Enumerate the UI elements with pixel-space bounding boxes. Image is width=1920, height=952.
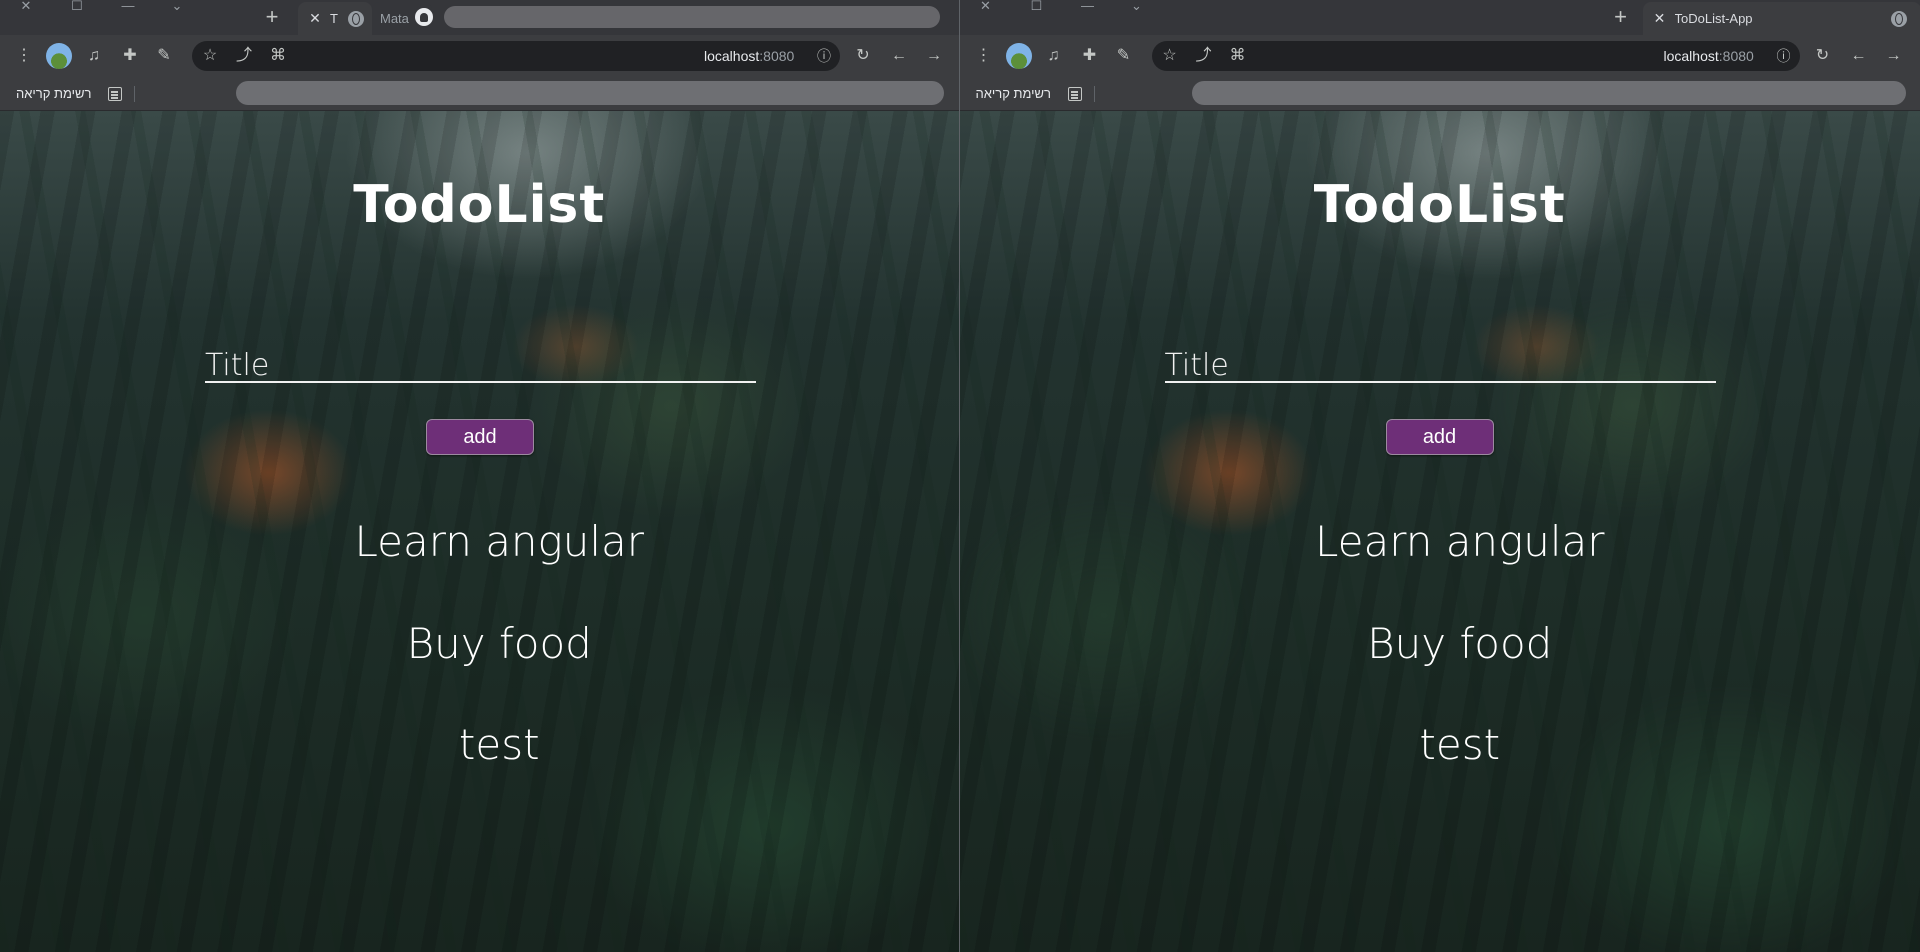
site-info-icon[interactable]: ⓘ: [1772, 44, 1796, 68]
bookmarks-separator: [134, 86, 135, 102]
forward-arrow-icon[interactable]: →: [922, 44, 946, 68]
tab-search-chevron-icon[interactable]: ⌄: [162, 0, 192, 13]
url-host: localhost: [704, 48, 760, 64]
reading-list-label[interactable]: רשימת קריאה: [16, 86, 91, 101]
back-arrow-icon[interactable]: ←: [1847, 44, 1871, 68]
tab-strip: ✕ ☐ — ⌄ + ✕ T Mata: [0, 0, 959, 35]
browser-window-right: ✕ ☐ — ⌄ + ✕ ToDoList-App ⋮ ♫ ✚ ✎ ☆ ⤴ ⌘ l…: [959, 0, 1920, 952]
profile-avatar[interactable]: [1005, 43, 1032, 69]
redacted-bookmarks: [236, 81, 944, 105]
tab-strip: ✕ ☐ — ⌄ + ✕ ToDoList-App: [959, 0, 1920, 35]
tab-title: Mata: [380, 11, 409, 26]
tab-title: T: [330, 11, 338, 26]
forward-arrow-icon[interactable]: →: [1882, 44, 1906, 68]
browser-toolbar: ⋮ ♫ ✚ ✎ ☆ ⤴ ⌘ localhost:8080 ⓘ ↻ ← →: [959, 35, 1920, 77]
close-tab-icon[interactable]: ✕: [1651, 10, 1669, 27]
tab-active[interactable]: ✕ T: [298, 2, 372, 35]
todo-item[interactable]: test: [960, 720, 1920, 769]
redacted-tabs: [444, 6, 940, 28]
url-port: :8080: [759, 48, 795, 64]
close-tab-icon[interactable]: ✕: [306, 10, 324, 27]
back-arrow-icon[interactable]: ←: [887, 44, 911, 68]
browser-toolbar: ⋮ ♫ ✚ ✎ ☆ ⤴ ⌘ localhost:8080 ⓘ ↻ ← →: [0, 35, 959, 77]
browser-window-left: ✕ ☐ — ⌄ + ✕ T Mata ⋮ ♫ ✚ ✎ ☆ ⤴ ⌘ localho…: [0, 0, 959, 952]
site-info-icon[interactable]: ⓘ: [812, 44, 836, 68]
url-port: :8080: [1718, 48, 1754, 64]
profile-avatar[interactable]: [46, 43, 72, 69]
maximize-window-icon[interactable]: ☐: [62, 0, 92, 13]
todo-item[interactable]: Buy food: [0, 619, 959, 668]
new-tab-plus-icon[interactable]: +: [259, 5, 285, 31]
pen-edit-icon[interactable]: ✎: [1112, 44, 1136, 68]
maximize-window-icon[interactable]: ☐: [1022, 0, 1052, 13]
todo-item[interactable]: test: [0, 720, 959, 769]
bookmark-star-icon[interactable]: ☆: [1158, 44, 1182, 68]
reading-list-icon[interactable]: [1067, 87, 1082, 101]
menu-kebab-icon[interactable]: ⋮: [12, 44, 36, 68]
globe-icon: [1890, 10, 1907, 27]
media-queue-icon[interactable]: ♫: [1042, 44, 1066, 68]
github-icon[interactable]: [415, 8, 433, 26]
reading-list-icon[interactable]: [108, 87, 122, 101]
add-button[interactable]: add: [426, 419, 534, 455]
reload-icon[interactable]: ↻: [1811, 44, 1835, 68]
title-input[interactable]: [1164, 349, 1716, 383]
desktop: ✕ ☐ — ⌄ + ✕ T Mata ⋮ ♫ ✚ ✎ ☆ ⤴ ⌘ localho…: [0, 0, 1920, 952]
new-tab-plus-icon[interactable]: +: [1608, 5, 1634, 31]
todo-app-page: TodoList add Learn angular Buy food test: [0, 111, 959, 952]
app-title: TodoList: [1313, 175, 1566, 235]
url-host: localhost: [1663, 48, 1719, 64]
bookmarks-bar: רשימת קריאה: [959, 77, 1920, 111]
minimize-window-icon[interactable]: —: [113, 0, 143, 13]
url-text[interactable]: localhost:8080: [704, 41, 794, 71]
title-input[interactable]: [205, 349, 756, 383]
menu-kebab-icon[interactable]: ⋮: [972, 44, 996, 68]
bookmark-star-icon[interactable]: ☆: [198, 44, 222, 68]
globe-icon: [347, 10, 364, 27]
close-window-icon[interactable]: ✕: [971, 0, 1001, 13]
url-text[interactable]: localhost:8080: [1664, 41, 1754, 71]
tab-search-chevron-icon[interactable]: ⌄: [1122, 0, 1152, 13]
close-window-icon[interactable]: ✕: [11, 0, 41, 13]
media-queue-icon[interactable]: ♫: [82, 44, 106, 68]
extensions-puzzle-icon[interactable]: ✚: [1078, 44, 1102, 68]
pen-edit-icon[interactable]: ✎: [152, 44, 176, 68]
minimize-window-icon[interactable]: —: [1073, 0, 1103, 13]
share-icon[interactable]: ⤴: [1192, 44, 1216, 68]
address-bar[interactable]: ☆ ⤴ ⌘ localhost:8080 ⓘ: [1151, 41, 1800, 71]
bookmarks-bar: רשימת קריאה: [0, 77, 959, 111]
redacted-bookmarks: [1191, 81, 1906, 105]
todo-item[interactable]: Learn angular: [960, 517, 1920, 566]
tab-active[interactable]: ✕ ToDoList-App: [1642, 2, 1920, 35]
share-icon[interactable]: ⤴: [232, 44, 256, 68]
add-button[interactable]: add: [1385, 419, 1494, 455]
translate-icon[interactable]: ⌘: [1226, 44, 1250, 68]
reload-icon[interactable]: ↻: [851, 44, 875, 68]
translate-icon[interactable]: ⌘: [266, 44, 290, 68]
tab-title: ToDoList-App: [1674, 11, 1753, 26]
todo-item[interactable]: Learn angular: [0, 517, 959, 566]
extensions-puzzle-icon[interactable]: ✚: [118, 44, 142, 68]
bookmarks-separator: [1093, 86, 1095, 102]
app-title: TodoList: [353, 175, 606, 235]
todo-app-page: TodoList add Learn angular Buy food test: [959, 111, 1920, 952]
todo-item[interactable]: Buy food: [960, 619, 1920, 668]
address-bar[interactable]: ☆ ⤴ ⌘ localhost:8080 ⓘ: [192, 41, 840, 71]
reading-list-label[interactable]: רשימת קריאה: [976, 86, 1051, 101]
